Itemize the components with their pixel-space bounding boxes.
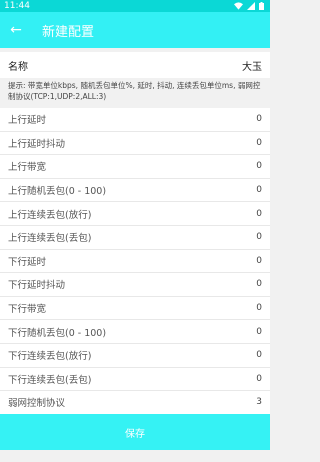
list-item-value: 0 xyxy=(256,255,262,266)
name-label: 名称 xyxy=(8,61,28,73)
battery-icon xyxy=(259,2,264,10)
list-item[interactable]: 弱网控制协议 3 xyxy=(0,391,270,415)
list-item[interactable]: 上行带宽 0 xyxy=(0,155,270,179)
list-item-label: 上行带宽 xyxy=(8,162,47,174)
app-bar: ← 新建配置 xyxy=(0,12,270,48)
list-item-label: 上行随机丢包(0 - 100) xyxy=(8,186,107,198)
page-title: 新建配置 xyxy=(42,24,95,40)
list-item-value: 0 xyxy=(256,208,262,219)
list-item[interactable]: 上行延时抖动 0 xyxy=(0,132,270,156)
signal-icon xyxy=(247,2,255,10)
list-item-label: 上行连续丢包(丢包) xyxy=(8,233,92,245)
list-item[interactable]: 下行延时抖动 0 xyxy=(0,273,270,297)
list-item-value: 0 xyxy=(256,161,262,172)
list-item[interactable]: 上行连续丢包(放行) 0 xyxy=(0,202,270,226)
list-item[interactable]: 下行连续丢包(放行) 0 xyxy=(0,344,270,368)
name-field[interactable]: 名称 大玉 xyxy=(0,52,270,78)
list-item-label: 上行延时 xyxy=(8,115,47,127)
list-item-value: 0 xyxy=(256,326,262,337)
list-item-label: 下行延时 xyxy=(8,256,47,268)
status-bar: 11:44 xyxy=(0,0,270,12)
list-item-label: 上行延时抖动 xyxy=(8,138,66,150)
list-item-value: 0 xyxy=(256,114,262,125)
list-item-label: 下行连续丢包(丢包) xyxy=(8,374,92,386)
list-item-value: 0 xyxy=(256,303,262,314)
list-item-value: 0 xyxy=(256,137,262,148)
list-item-label: 下行延时抖动 xyxy=(8,280,66,292)
back-arrow-icon[interactable]: ← xyxy=(2,22,30,38)
list-item-value: 0 xyxy=(256,279,262,290)
list-item[interactable]: 下行带宽 0 xyxy=(0,297,270,321)
list-item-label: 下行连续丢包(放行) xyxy=(8,351,92,363)
status-icons xyxy=(234,2,264,10)
list-item-value: 0 xyxy=(256,350,262,361)
list-item-value: 0 xyxy=(256,373,262,384)
list-item[interactable]: 下行随机丢包(0 - 100) 0 xyxy=(0,320,270,344)
status-time: 11:44 xyxy=(4,1,30,11)
name-value: 大玉 xyxy=(242,61,262,73)
list-item-label: 下行随机丢包(0 - 100) xyxy=(8,327,107,339)
wifi-icon xyxy=(234,2,243,10)
list-item[interactable]: 上行连续丢包(丢包) 0 xyxy=(0,226,270,250)
list-item[interactable]: 上行延时 0 xyxy=(0,108,270,132)
save-button[interactable]: 保存 xyxy=(0,414,270,450)
list-item-value: 0 xyxy=(256,232,262,243)
list-item-label: 上行连续丢包(放行) xyxy=(8,209,92,221)
list-item[interactable]: 下行延时 0 xyxy=(0,250,270,274)
list-item-label: 下行带宽 xyxy=(8,304,47,316)
hint-text: 提示: 带宽单位kbps, 随机丢包单位%, 延时, 抖动, 连续丢包单位ms,… xyxy=(8,81,261,101)
list-item[interactable]: 下行连续丢包(丢包) 0 xyxy=(0,368,270,392)
list-item[interactable]: 上行随机丢包(0 - 100) 0 xyxy=(0,179,270,203)
list-item-label: 弱网控制协议 xyxy=(8,398,66,410)
list-item-value: 3 xyxy=(256,397,262,408)
config-list: 上行延时 0 上行延时抖动 0 上行带宽 0 上行随机丢包(0 - 100) 0 上行连续丢包(… xyxy=(0,108,270,415)
list-item-value: 0 xyxy=(256,185,262,196)
